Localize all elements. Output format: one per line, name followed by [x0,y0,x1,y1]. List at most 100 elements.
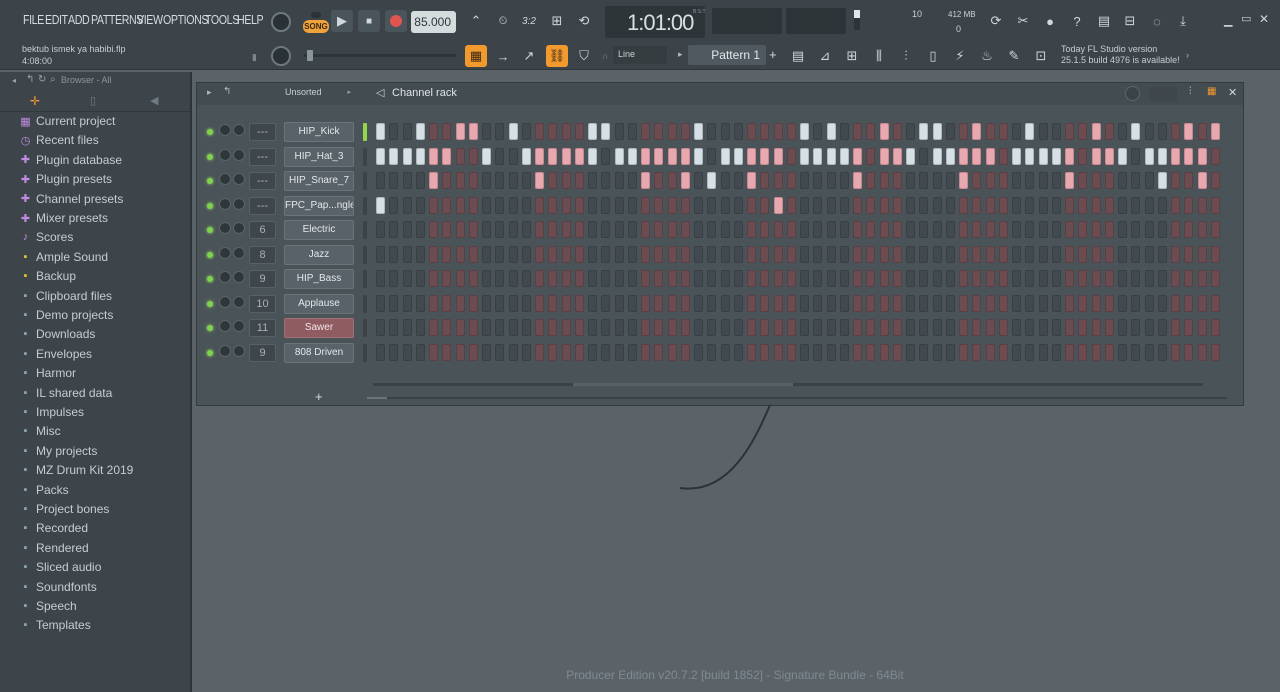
step-button[interactable] [601,245,611,263]
step-button[interactable] [574,147,584,165]
step-button[interactable] [1118,123,1127,140]
step-button[interactable] [800,196,809,214]
step-button[interactable] [389,245,399,263]
master-volume-knob[interactable] [271,12,291,32]
step-button[interactable] [667,123,677,140]
channel-pan-knob[interactable] [219,295,231,308]
channel-mute-led[interactable] [207,202,213,209]
step-button[interactable] [442,319,452,336]
step-button[interactable] [760,343,770,361]
step-button[interactable] [601,123,611,140]
channel-name-button[interactable]: HIP_Hat_3 [284,146,354,167]
step-button[interactable] [429,123,438,140]
step-button[interactable] [985,270,995,287]
step-button[interactable] [747,294,756,312]
step-button[interactable] [535,343,544,361]
mixer-track-number[interactable]: 10 [249,294,276,313]
step-button[interactable] [1025,172,1035,189]
step-button[interactable] [773,294,783,312]
step-button[interactable] [495,294,505,312]
step-button[interactable] [429,245,438,263]
step-button[interactable] [813,245,823,263]
step-button[interactable] [892,172,902,189]
step-button[interactable] [694,172,703,189]
step-button[interactable] [1171,221,1180,238]
mixer-track-number[interactable]: 6 [249,221,276,239]
step-button[interactable] [654,343,664,361]
step-button[interactable] [601,319,611,336]
step-button[interactable] [455,319,465,336]
step-button[interactable] [1144,147,1154,165]
step-button[interactable] [389,123,399,140]
step-button[interactable] [853,319,862,336]
step-button[interactable] [1131,196,1141,214]
step-button[interactable] [548,147,558,165]
channel-name-button[interactable]: 808 Driven [284,342,354,363]
close-rack-button[interactable]: ✕ [1228,86,1237,99]
step-button[interactable] [998,343,1008,361]
menu-add[interactable]: ADD [68,12,90,27]
step-button[interactable] [892,245,902,263]
channel-pan-knob[interactable] [219,197,231,210]
browser-item-scores[interactable]: ♪ Scores [20,230,74,244]
step-button[interactable] [972,245,982,263]
step-button[interactable] [535,270,544,287]
record-button[interactable] [385,10,407,32]
step-button[interactable] [853,245,862,263]
step-button[interactable] [826,294,836,312]
step-button[interactable] [442,172,452,189]
piano-roll-button[interactable]: ⊿ [814,45,836,67]
step-button[interactable] [1184,221,1194,238]
mixer-track-number[interactable]: 8 [249,245,276,264]
step-button[interactable] [402,245,412,263]
step-button[interactable] [839,196,849,214]
step-button[interactable] [1210,147,1220,165]
stop-button[interactable]: ■ [358,10,380,32]
step-button[interactable] [1012,196,1021,214]
step-button[interactable] [1118,319,1127,336]
browser-refresh-icon[interactable]: ↻ [38,74,46,85]
step-button[interactable] [906,221,915,238]
mixer-button[interactable]: ⫼ [868,45,890,67]
pattern-selector[interactable]: Pattern 1 [688,45,766,65]
step-button[interactable] [468,196,478,214]
step-button[interactable] [879,172,889,189]
step-button[interactable] [667,172,677,189]
step-button[interactable] [521,196,531,214]
step-button[interactable] [998,221,1008,238]
step-button[interactable] [1131,172,1141,189]
step-button[interactable] [468,319,478,336]
step-button[interactable] [415,196,425,214]
step-button[interactable] [733,221,743,238]
step-button[interactable] [1210,172,1220,189]
step-button[interactable] [773,196,783,214]
step-button[interactable] [654,270,664,287]
step-button[interactable] [601,270,611,287]
step-button[interactable] [1210,196,1220,214]
step-button[interactable] [574,270,584,287]
browser-item-channel-presets[interactable]: ✚ Channel presets [20,192,124,206]
step-button[interactable] [800,319,809,336]
step-button[interactable] [707,172,717,189]
step-button[interactable] [1012,147,1021,165]
step-button[interactable] [1104,172,1114,189]
step-button[interactable] [919,147,929,165]
step-button[interactable] [959,221,968,238]
step-button[interactable] [574,319,584,336]
step-button[interactable] [773,123,783,140]
step-button[interactable] [760,221,770,238]
step-button[interactable] [601,196,611,214]
browser-item-backup[interactable]: ▪ Backup [20,269,76,283]
step-button[interactable] [601,343,611,361]
step-button[interactable] [1144,319,1154,336]
step-button[interactable] [1118,196,1127,214]
step-button[interactable] [998,123,1008,140]
step-button[interactable] [508,270,518,287]
step-button[interactable] [574,294,584,312]
browser-item-project-bones[interactable]: ▪ Project bones [20,502,110,516]
step-button[interactable] [1104,196,1114,214]
step-button[interactable] [906,245,915,263]
step-button[interactable] [839,294,849,312]
step-button[interactable] [1025,147,1035,165]
step-button[interactable] [521,147,531,165]
